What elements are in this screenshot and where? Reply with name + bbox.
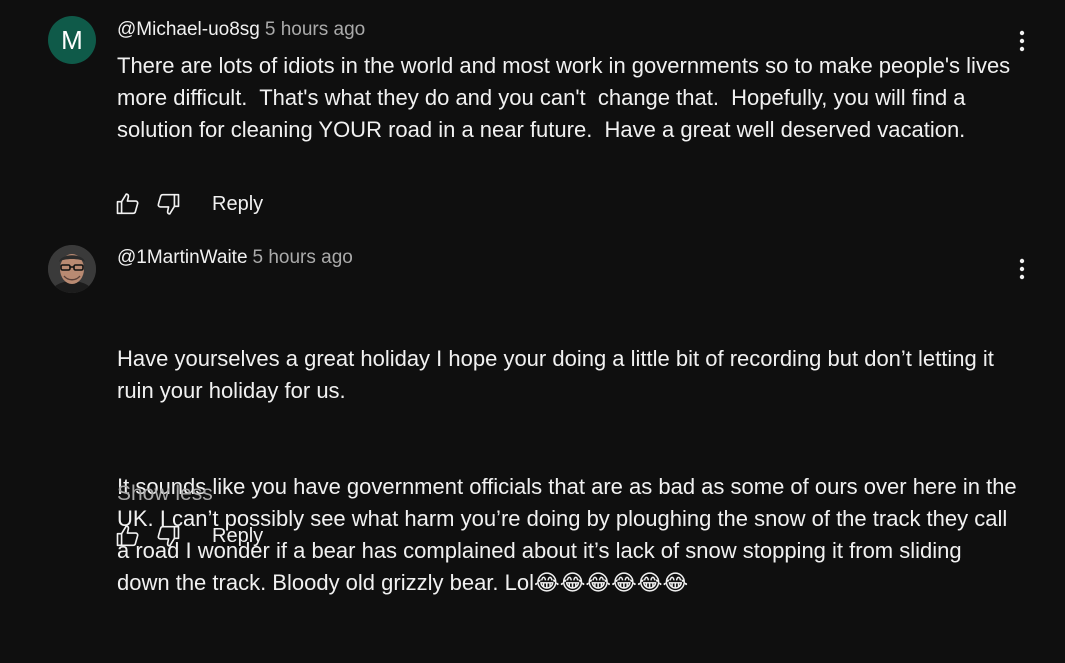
comment-text-paragraph: Have yourselves a great holiday I hope y… [117, 346, 1000, 403]
reply-button[interactable]: Reply [212, 191, 263, 217]
comment-header: @Michael-uo8sg 5 hours ago [117, 19, 365, 41]
thumbs-up-icon [116, 525, 139, 547]
dislike-button[interactable] [154, 522, 182, 550]
author-name[interactable]: @1MartinWaite [117, 247, 248, 268]
comment-header: @1MartinWaite 5 hours ago [117, 247, 353, 269]
comment-text: There are lots of idiots in the world an… [117, 53, 1017, 142]
more-vertical-icon [1019, 30, 1025, 52]
avatar-photo-icon [48, 245, 96, 293]
comment-text: Have yourselves a great holiday I hope y… [117, 279, 1017, 663]
more-vertical-icon [1019, 258, 1025, 280]
like-button[interactable] [114, 190, 142, 218]
author-name[interactable]: @Michael-uo8sg [117, 19, 260, 40]
avatar[interactable] [48, 245, 96, 293]
comment-menu-button[interactable] [1008, 255, 1036, 283]
thumbs-down-icon [157, 193, 180, 215]
reply-button[interactable]: Reply [212, 523, 263, 549]
show-less-button[interactable]: Show less [117, 481, 213, 507]
avatar[interactable]: M [48, 16, 96, 64]
like-button[interactable] [114, 522, 142, 550]
dislike-button[interactable] [154, 190, 182, 218]
comment-timestamp[interactable]: 5 hours ago [265, 19, 365, 40]
thumbs-down-icon [157, 525, 180, 547]
thumbs-up-icon [116, 193, 139, 215]
comment-timestamp[interactable]: 5 hours ago [253, 247, 353, 268]
comment-menu-button[interactable] [1008, 27, 1036, 55]
